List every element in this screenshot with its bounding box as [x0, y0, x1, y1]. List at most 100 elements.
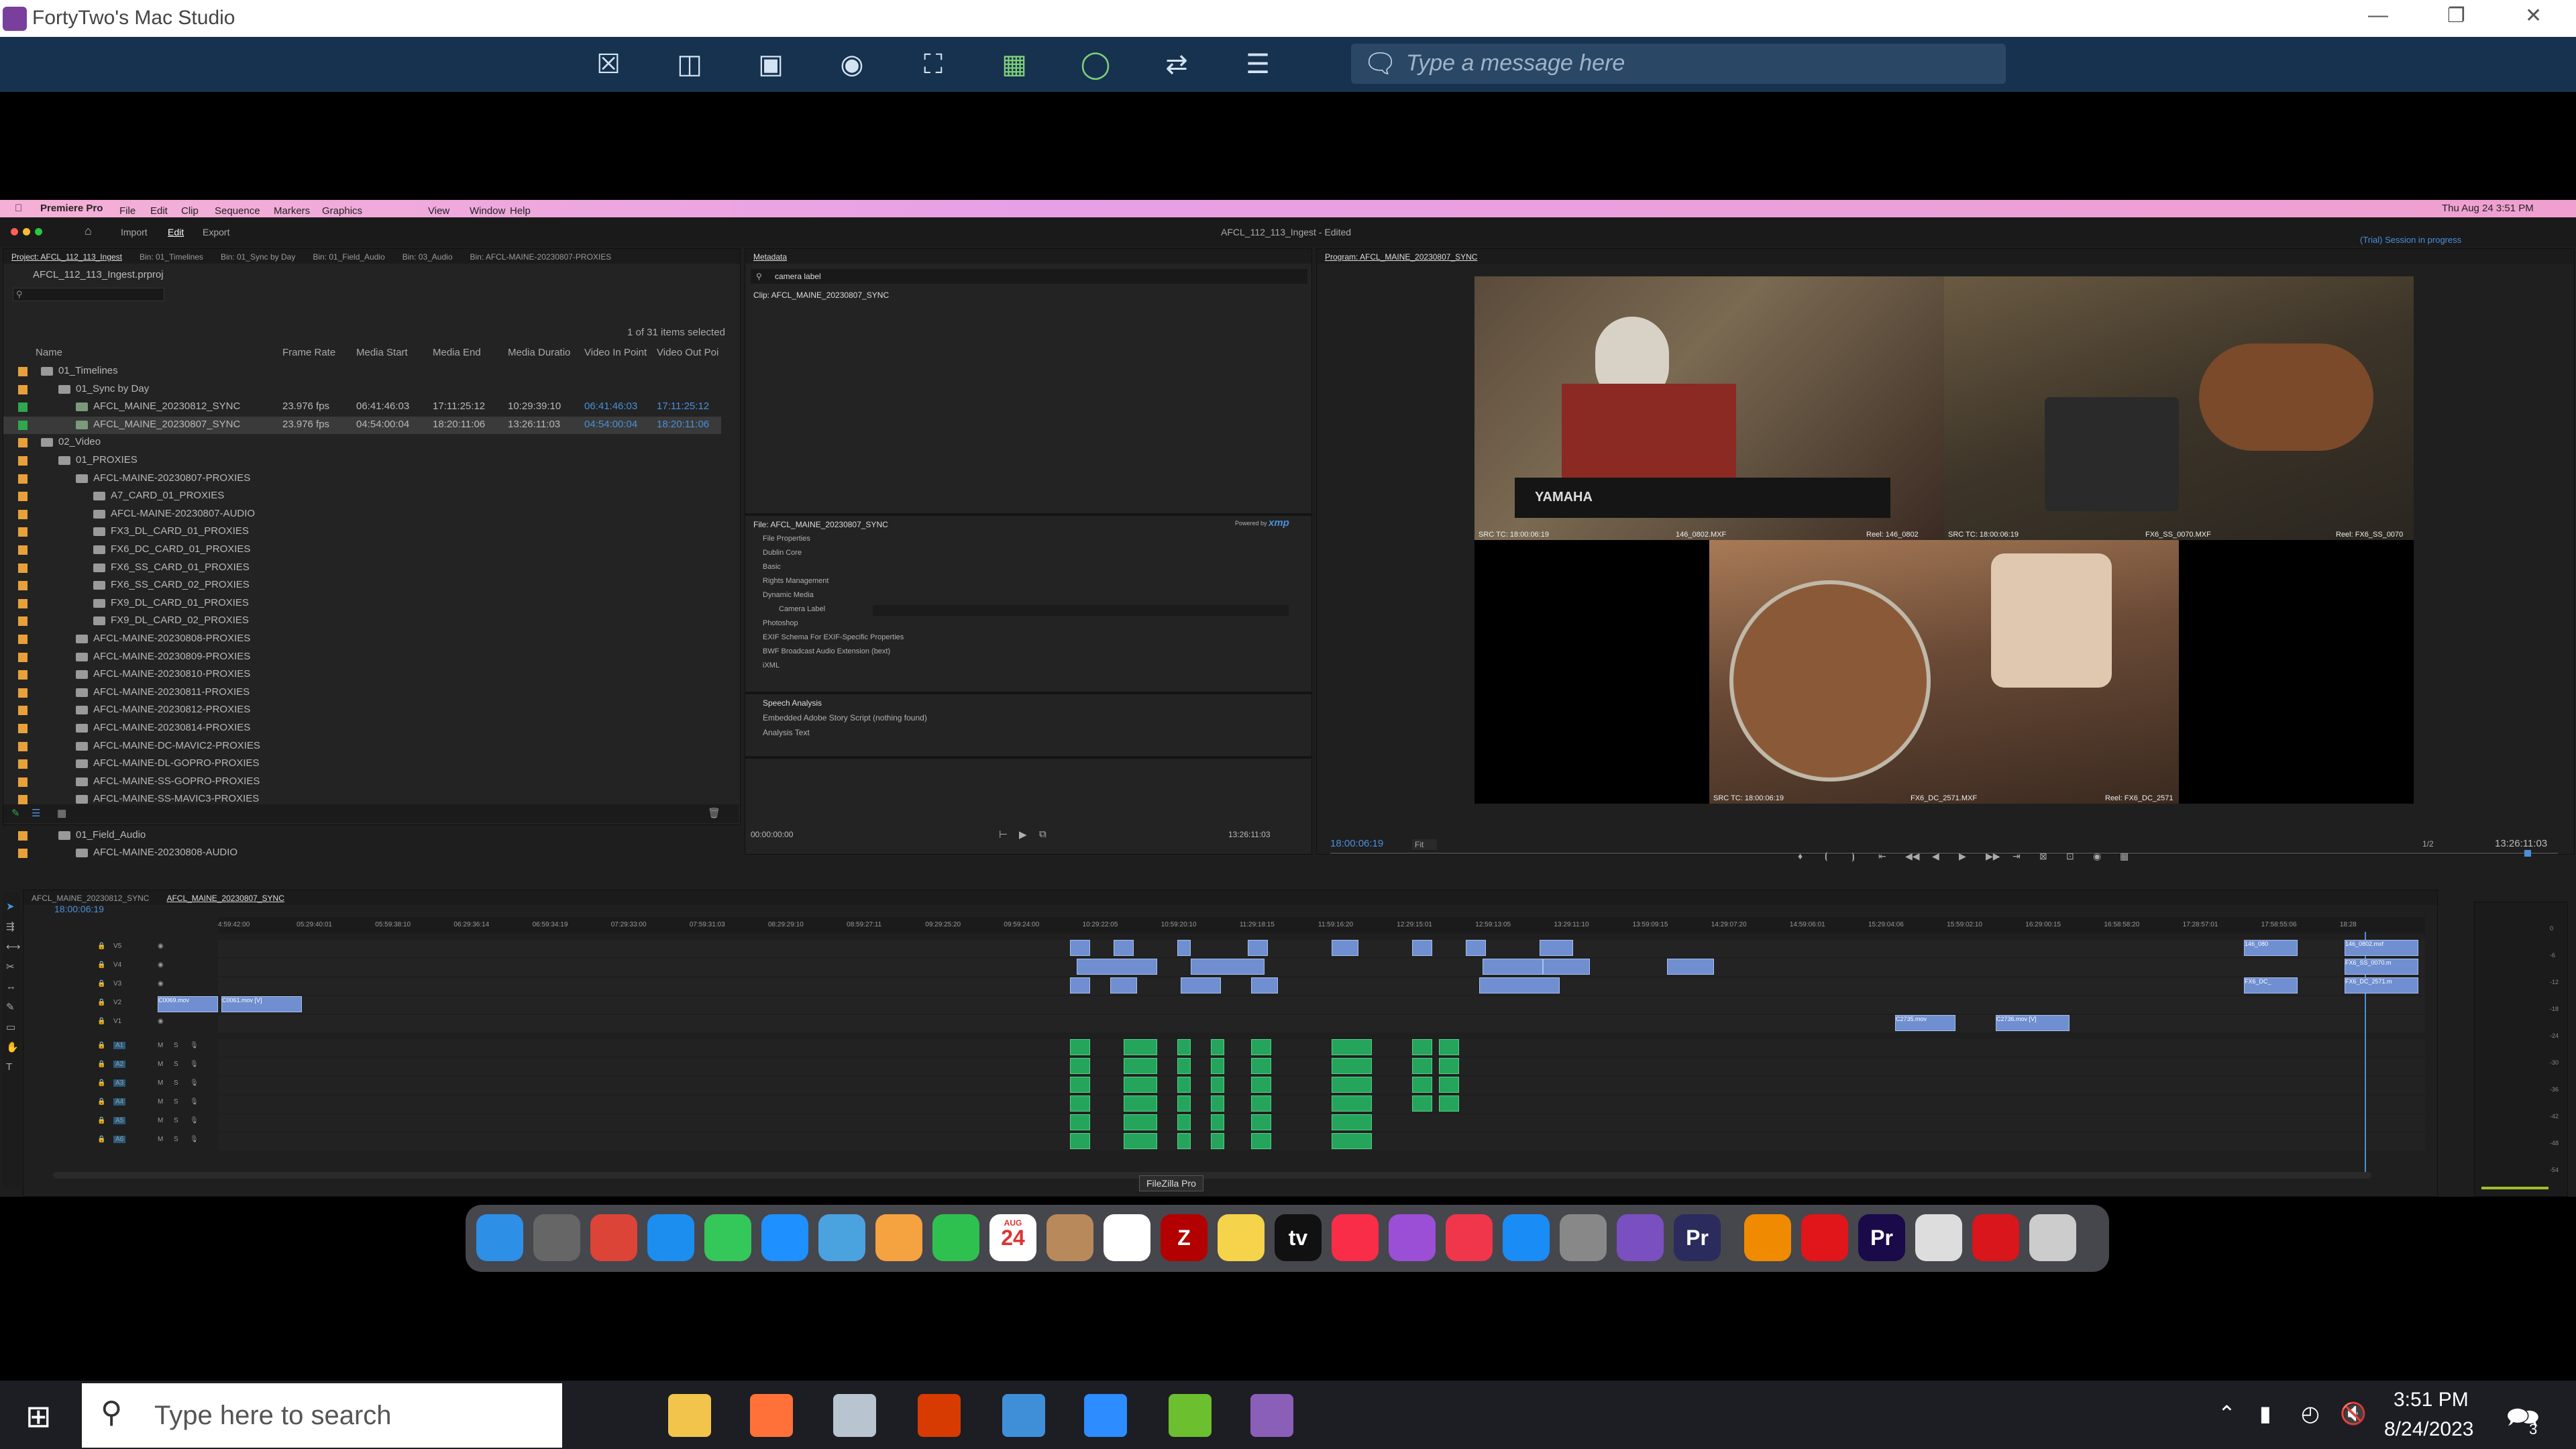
- label-color-swatch[interactable]: [18, 670, 28, 680]
- video-clip[interactable]: [1191, 959, 1265, 975]
- solo-button[interactable]: S: [174, 1098, 178, 1106]
- audio-clip[interactable]: [1439, 1039, 1459, 1055]
- label-color-swatch[interactable]: [18, 527, 28, 537]
- label-color-swatch[interactable]: [18, 759, 28, 769]
- video-clip[interactable]: [1412, 940, 1432, 956]
- mic-icon[interactable]: 🎙: [190, 1136, 199, 1143]
- bin-row[interactable]: AFCL-MAINE-20230810-PROXIES: [3, 666, 721, 684]
- project-search-input[interactable]: ⚲: [13, 288, 164, 301]
- bin-row[interactable]: 02_Video: [3, 434, 721, 451]
- project-tab-0[interactable]: Project: AFCL_112_113_Ingest: [3, 249, 131, 262]
- label-color-swatch[interactable]: [18, 724, 28, 733]
- metadata-section[interactable]: Basic: [763, 563, 781, 571]
- trash-icon[interactable]: 🗑: [708, 807, 720, 819]
- audio-clip[interactable]: [1070, 1095, 1090, 1112]
- label-color-swatch[interactable]: [18, 492, 28, 502]
- play-icon[interactable]: ▶: [1019, 828, 1027, 841]
- project-tab-5[interactable]: Bin: AFCL-MAINE-20230807-PROXIES: [462, 249, 621, 262]
- menu-item-clip[interactable]: Clip: [181, 205, 199, 217]
- settings-icon[interactable]: ☰: [1238, 45, 1277, 84]
- pencil-icon[interactable]: ✎: [11, 807, 20, 819]
- mic-icon[interactable]: 🎙: [190, 1042, 199, 1049]
- mark-out-icon[interactable]: ⦘: [1851, 851, 1855, 862]
- storage-app-icon[interactable]: [833, 1394, 876, 1437]
- label-color-swatch[interactable]: [18, 420, 28, 430]
- audio-clip[interactable]: [1412, 1039, 1432, 1055]
- game-app-icon[interactable]: [1169, 1394, 1212, 1437]
- audio-track-header[interactable]: 🔒 A1 M S 🎙: [84, 1039, 238, 1054]
- audio-clip[interactable]: [1070, 1058, 1090, 1074]
- fullscreen-icon[interactable]: ⛶: [914, 45, 953, 84]
- bin-row[interactable]: FX9_DL_CARD_01_PROXIES: [3, 595, 721, 612]
- label-color-swatch[interactable]: [18, 474, 28, 484]
- label-color-swatch[interactable]: [18, 795, 28, 805]
- audio-clip[interactable]: [1177, 1039, 1191, 1055]
- facetime-icon[interactable]: [932, 1214, 979, 1261]
- bin-row[interactable]: FX9_DL_CARD_02_PROXIES: [3, 612, 721, 630]
- video-clip[interactable]: [1667, 959, 1714, 975]
- bin-row[interactable]: AFCL-MAINE-20230812-PROXIES: [3, 702, 721, 719]
- step-forward-icon[interactable]: ▶▶: [1986, 851, 2000, 862]
- column-header-2[interactable]: Media Start: [356, 347, 408, 358]
- menu-item-markers[interactable]: Markers: [274, 205, 310, 217]
- system-settings-icon[interactable]: [1560, 1214, 1607, 1261]
- label-color-swatch[interactable]: [18, 581, 28, 591]
- lock-icon[interactable]: 🔒: [97, 999, 105, 1006]
- export-frame-icon[interactable]: ◉: [2093, 851, 2101, 862]
- timeline-tab-1[interactable]: AFCL_MAINE_20230807_SYNC: [158, 890, 293, 903]
- metadata-section[interactable]: BWF Broadcast Audio Extension (bext): [763, 647, 890, 655]
- mic-icon[interactable]: 🎙: [190, 1061, 199, 1068]
- video-clip[interactable]: C0069.mov: [158, 996, 218, 1012]
- bin-row[interactable]: AFCL-MAINE-20230807-AUDIO: [3, 506, 721, 523]
- eye-icon[interactable]: ◉: [158, 980, 164, 987]
- apple-tv-icon[interactable]: tv: [1275, 1214, 1322, 1261]
- menu-item-file[interactable]: File: [119, 205, 136, 217]
- label-color-swatch[interactable]: [18, 438, 28, 448]
- selection-tool-icon[interactable]: ➤: [6, 900, 15, 912]
- icon-view-icon[interactable]: ▦: [57, 807, 66, 819]
- file-transfer-icon[interactable]: ⇄: [1157, 45, 1196, 84]
- column-header-1[interactable]: Frame Rate: [282, 347, 335, 358]
- volume-muted-icon[interactable]: 🔇: [2340, 1401, 2367, 1426]
- calendar-icon[interactable]: 24 AUG: [989, 1214, 1036, 1261]
- project-tab-2[interactable]: Bin: 01_Sync by Day: [213, 249, 305, 262]
- menu-app-name[interactable]: Premiere Pro: [40, 203, 103, 214]
- metadata-section[interactable]: Rights Management: [763, 577, 828, 585]
- video-clip[interactable]: 146_0802.mxf: [2345, 940, 2418, 956]
- audio-clip[interactable]: [1177, 1114, 1191, 1130]
- audio-clip[interactable]: [1177, 1077, 1191, 1093]
- rectangle-icon[interactable]: ▭: [6, 1021, 15, 1033]
- video-clip[interactable]: [1332, 940, 1358, 956]
- audio-clip[interactable]: [1439, 1095, 1459, 1112]
- workspace-tab-import[interactable]: Import: [121, 227, 148, 237]
- eye-icon[interactable]: ◉: [158, 961, 164, 969]
- lock-icon[interactable]: 🔒: [97, 1079, 105, 1087]
- trash-icon[interactable]: [2029, 1214, 2076, 1261]
- audio-clip[interactable]: [1070, 1077, 1090, 1093]
- mark-in-icon[interactable]: ⦗: [1825, 851, 1828, 862]
- mic-icon[interactable]: 🎙: [190, 1079, 199, 1087]
- audio-clip[interactable]: [1332, 1095, 1372, 1112]
- file-explorer-icon[interactable]: [668, 1394, 711, 1437]
- mute-button[interactable]: M: [158, 1061, 163, 1068]
- video-clip[interactable]: [1177, 940, 1191, 956]
- label-color-swatch[interactable]: [18, 563, 28, 573]
- vlc-icon[interactable]: [1744, 1214, 1791, 1261]
- go-to-in-icon[interactable]: ⇤: [1878, 851, 1886, 862]
- video-clip[interactable]: [1077, 959, 1157, 975]
- windows-search-box[interactable]: ⚲ Type here to search: [82, 1383, 562, 1448]
- label-color-swatch[interactable]: [18, 456, 28, 466]
- audio-clip[interactable]: [1251, 1114, 1271, 1130]
- metadata-section[interactable]: Photoshop: [763, 619, 798, 627]
- audio-clip[interactable]: [1124, 1133, 1157, 1149]
- solo-button[interactable]: S: [174, 1136, 178, 1143]
- video-clip[interactable]: [1181, 977, 1221, 994]
- bin-row[interactable]: FX6_SS_CARD_02_PROXIES: [3, 577, 721, 594]
- program-timecode[interactable]: 18:00:06:19: [1330, 838, 1383, 849]
- video-clip[interactable]: [1543, 959, 1590, 975]
- workspace-tab-export[interactable]: Export: [203, 227, 229, 237]
- solo-button[interactable]: S: [174, 1061, 178, 1068]
- audio-track-header[interactable]: 🔒 A6 M S 🎙: [84, 1133, 238, 1148]
- eye-icon[interactable]: ◉: [158, 1018, 164, 1025]
- video-clip[interactable]: [1114, 940, 1134, 956]
